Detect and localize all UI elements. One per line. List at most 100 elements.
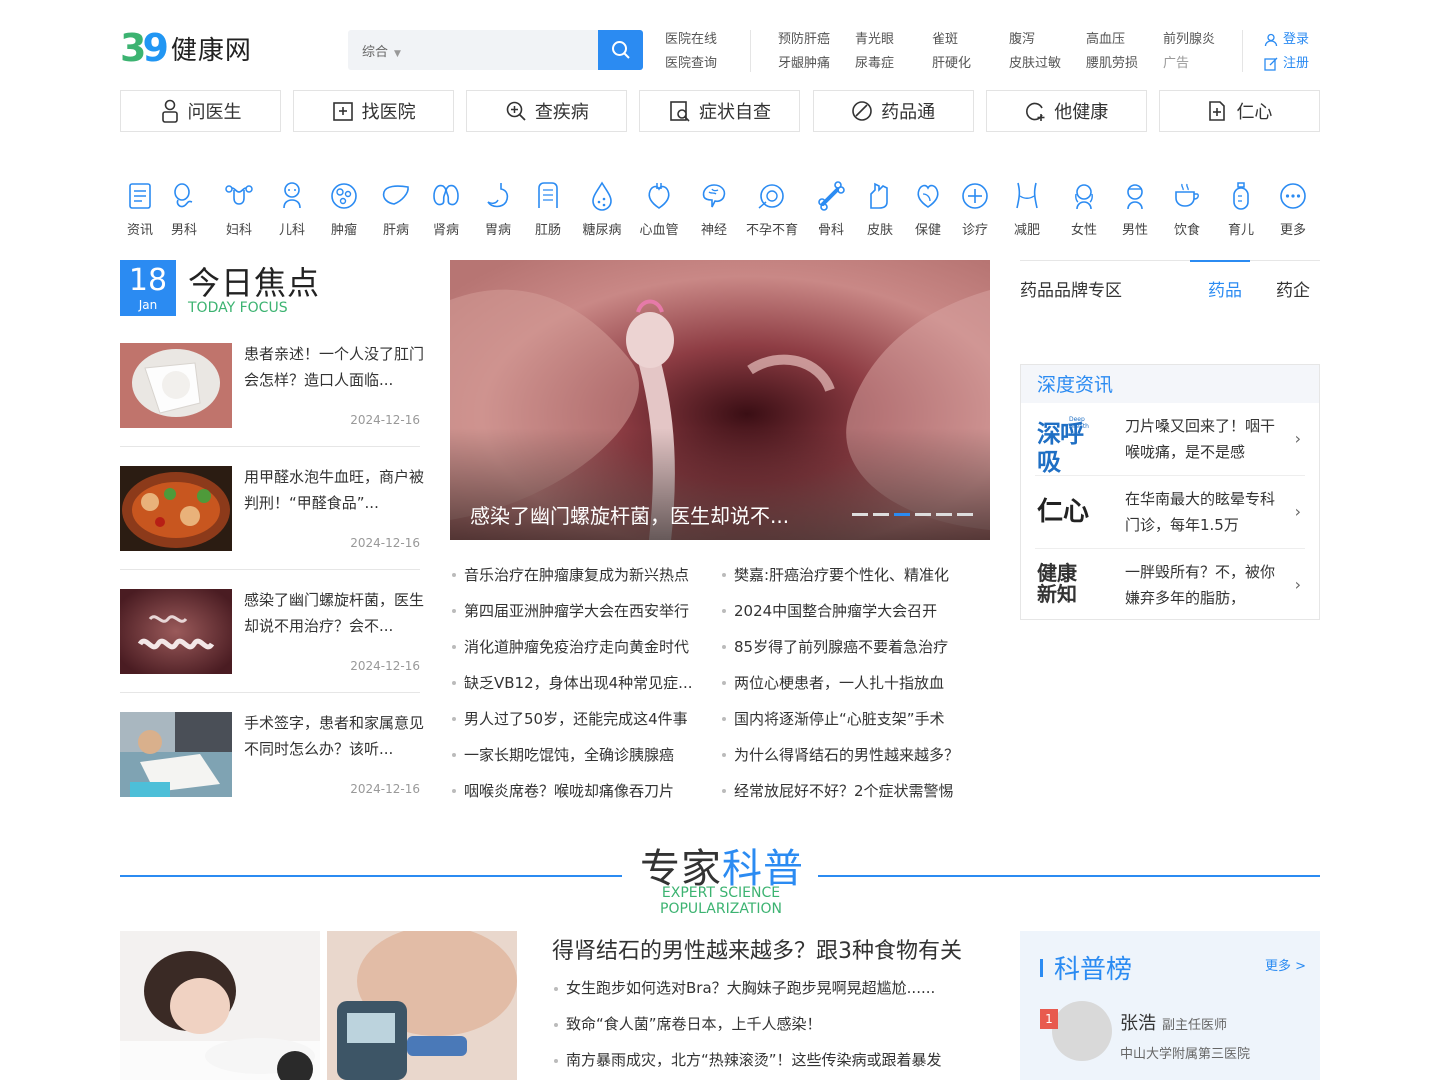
tab-medicine[interactable]: 药品: [1208, 276, 1242, 301]
toplink[interactable]: 腹泻: [1009, 28, 1061, 52]
news-link[interactable]: 樊嘉:肝癌治疗要个性化、精准化: [720, 564, 990, 585]
deep-news-item[interactable]: 健康新知 一胖毁所有？不，被你嫌弃多年的脂肪， ›: [1035, 549, 1305, 622]
focus-item[interactable]: 手术签字，患者和家属意见不同时怎么办？该听... 2024-12-16: [120, 712, 424, 835]
nav-find-hospital[interactable]: 找医院: [293, 90, 455, 132]
expert-article-list: 女生跑步如何选对Bra？大胸妹子跑步晃啊晃超尴尬...... 致命“食人菌”席卷…: [552, 970, 1002, 1078]
plus-circle-icon: [962, 183, 988, 209]
logo-digit-9: 9: [142, 26, 169, 70]
register-link[interactable]: 注册: [1264, 52, 1309, 76]
doctor-name-row[interactable]: 张浩 副主任医师: [1120, 1009, 1227, 1035]
toplink[interactable]: 牙龈肿痛: [778, 52, 830, 76]
deep-news-item[interactable]: 深呼吸 Deep Breath 刀片嗓又回来了！咽干喉咙痛，是不是感 ›: [1035, 403, 1305, 476]
cat-more[interactable]: 更多: [1271, 180, 1315, 238]
cat-infertility[interactable]: 不孕不育: [746, 180, 798, 238]
news-link[interactable]: 音乐治疗在肿瘤康复成为新兴热点: [450, 564, 720, 585]
news-link[interactable]: 一家长期吃馄饨，全确诊胰腺癌: [450, 744, 720, 765]
focus-item[interactable]: 感染了幽门螺旋杆菌，医生却说不用治疗？会不... 2024-12-16: [120, 589, 424, 712]
search-button[interactable]: [598, 30, 643, 70]
news-link[interactable]: 两位心梗患者，一人扎十指放血: [720, 672, 990, 693]
deep-news-title[interactable]: 在华南最大的眩晕专科门诊，每年1.5万: [1125, 486, 1275, 538]
news-link[interactable]: 缺乏VB12，身体出现4种常见症...: [450, 672, 720, 693]
focus-item[interactable]: 患者亲述！一个人没了肛门会怎样？造口人面临... 2024-12-16: [120, 343, 424, 466]
news-link[interactable]: 为什么得肾结石的男性越来越多？: [720, 744, 990, 765]
brain-icon: [702, 184, 726, 208]
article-title[interactable]: 感染了幽门螺旋杆菌，医生却说不用治疗？会不...: [244, 587, 424, 639]
toplink[interactable]: 皮肤过敏: [1009, 52, 1061, 76]
expert-article-link[interactable]: 南方暴雨成灾，北方“热辣滚烫”！这些传染病或跟着暴发: [552, 1042, 1002, 1078]
toplink[interactable]: 尿毒症: [855, 52, 894, 76]
news-link[interactable]: 经常放屁好不好？2个症状需警惕: [720, 780, 990, 801]
search-category-select[interactable]: 综合 ▼: [362, 41, 401, 60]
expert-article-link[interactable]: 致命“食人菌”席卷日本，上千人感染！: [552, 1006, 1002, 1042]
divider: [1020, 260, 1320, 261]
article-thumbnail[interactable]: [120, 466, 232, 551]
news-link[interactable]: 第四届亚洲肿瘤学大会在西安举行: [450, 600, 720, 621]
news-link[interactable]: 国内将逐渐停止“心脏支架”手术: [720, 708, 990, 729]
nav-check-disease[interactable]: 查疾病: [466, 90, 628, 132]
article-title[interactable]: 用甲醛水泡牛血旺，商户被判刑！“甲醛食品”...: [244, 464, 424, 516]
hero-carousel[interactable]: 感染了幽门螺旋杆菌，医生却说不...: [450, 260, 990, 540]
deep-news-title[interactable]: 刀片嗓又回来了！咽干喉咙痛，是不是感: [1125, 413, 1275, 465]
search-icon: [611, 41, 630, 59]
login-link[interactable]: 登录: [1264, 28, 1309, 52]
nav-renxin[interactable]: 仁心: [1158, 90, 1320, 132]
user-links: 登录 注册: [1264, 28, 1309, 76]
deep-news-title[interactable]: 一胖毁所有？不，被你嫌弃多年的脂肪，: [1125, 559, 1275, 611]
carousel-dot[interactable]: [915, 513, 931, 516]
deep-news-item[interactable]: 仁心 在华南最大的眩晕专科门诊，每年1.5万 ›: [1035, 476, 1305, 549]
nav-label: 症状自查: [698, 102, 771, 123]
logo-text: 健康新知: [1037, 561, 1077, 606]
toplink[interactable]: 腰肌劳损: [1086, 52, 1138, 76]
carousel-dot[interactable]: [936, 513, 952, 516]
more-link[interactable]: 更多 >: [1265, 955, 1306, 974]
focus-item[interactable]: 用甲醛水泡牛血旺，商户被判刑！“甲醛食品”... 2024-12-16: [120, 466, 424, 589]
chevron-right-icon: ›: [1294, 429, 1301, 448]
site-logo[interactable]: 3 9 健康网: [120, 28, 252, 68]
carousel-dot[interactable]: [852, 513, 868, 516]
expert-image-sleep[interactable]: [120, 931, 320, 1080]
tab-indicator: [1190, 260, 1250, 262]
logo-text-en: Deep Breath: [1069, 416, 1089, 430]
toplink[interactable]: 高血压: [1086, 28, 1138, 52]
news-row: 男人过了50岁，还能完成这4件事 国内将逐渐停止“心脏支架”手术: [450, 700, 990, 736]
article-title[interactable]: 患者亲述！一个人没了肛门会怎样？造口人面临...: [244, 341, 424, 393]
nav-his-health[interactable]: 他健康: [985, 90, 1147, 132]
article-title[interactable]: 手术签字，患者和家属意见不同时怎么办？该听...: [244, 710, 424, 762]
article-thumbnail[interactable]: [120, 712, 232, 797]
expert-image-glucose[interactable]: [327, 931, 517, 1080]
carousel-caption[interactable]: 感染了幽门螺旋杆菌，医生却说不...: [470, 500, 830, 529]
toplink[interactable]: 医院查询: [665, 52, 717, 76]
news-link[interactable]: 咽喉炎席卷？喉咙却痛像吞刀片: [450, 780, 720, 801]
nav-medicine[interactable]: 药品通: [812, 90, 974, 132]
carousel-dot[interactable]: [894, 513, 910, 516]
divider: [750, 30, 751, 72]
tab-pharma[interactable]: 药企: [1276, 276, 1310, 301]
news-link[interactable]: 85岁得了前列腺癌不要着急治疗: [720, 636, 990, 657]
news-link[interactable]: 消化道肿瘤免疫治疗走向黄金时代: [450, 636, 720, 657]
renxin-logo: 仁心: [1037, 493, 1103, 533]
nav-symptom-check[interactable]: 症状自查: [639, 90, 801, 132]
toplink[interactable]: 预防肝癌: [778, 28, 830, 52]
article-thumbnail[interactable]: [120, 343, 232, 428]
nav-ask-doctor[interactable]: 问医生: [120, 90, 281, 132]
egg-cell-icon: [758, 184, 784, 209]
news-row: 第四届亚洲肿瘤学大会在西安举行 2024中国整合肿瘤学大会召开: [450, 592, 990, 628]
toplink[interactable]: 医院在线: [665, 28, 717, 52]
toplink[interactable]: 雀斑: [932, 28, 971, 52]
baby-bottle-icon: [1233, 182, 1249, 210]
toplink[interactable]: 肝硬化: [932, 52, 971, 76]
toplink[interactable]: 青光眼: [855, 28, 894, 52]
search-input[interactable]: [428, 38, 588, 62]
news-link[interactable]: 2024中国整合肿瘤学大会召开: [720, 600, 990, 621]
chevron-down-icon: ▼: [394, 49, 401, 59]
avatar[interactable]: [1052, 1001, 1112, 1061]
expert-headline[interactable]: 得肾结石的男性越来越多？跟3种食物有关: [552, 933, 962, 965]
toplink[interactable]: 前列腺炎: [1163, 28, 1215, 52]
uterus-icon: [225, 185, 253, 205]
article-thumbnail[interactable]: [120, 589, 232, 674]
woman-icon: [1075, 184, 1093, 210]
carousel-dot[interactable]: [873, 513, 889, 516]
carousel-dot[interactable]: [957, 513, 973, 516]
expert-article-link[interactable]: 女生跑步如何选对Bra？大胸妹子跑步晃啊晃超尴尬......: [552, 970, 1002, 1006]
news-link[interactable]: 男人过了50岁，还能完成这4件事: [450, 708, 720, 729]
